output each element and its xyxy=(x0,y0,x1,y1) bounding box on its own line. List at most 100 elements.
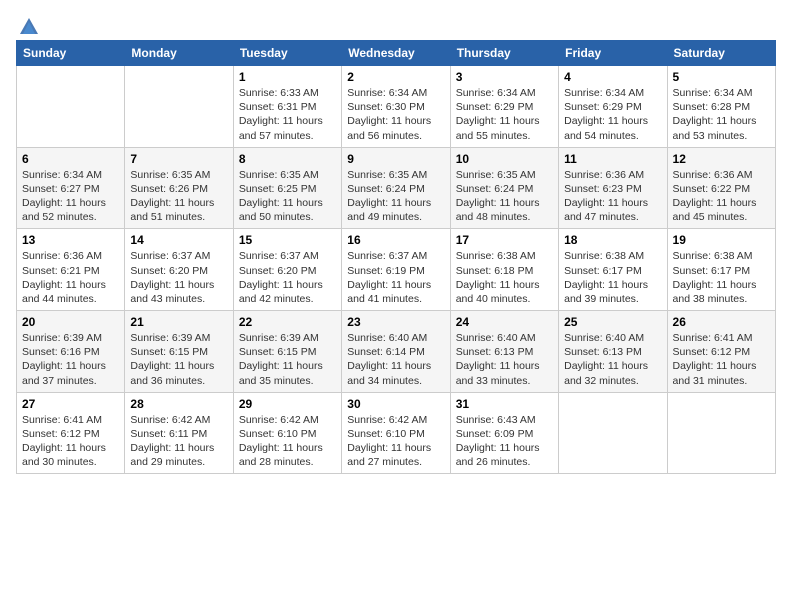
day-number: 19 xyxy=(673,233,770,247)
day-info: Sunrise: 6:38 AM Sunset: 6:17 PM Dayligh… xyxy=(673,249,770,306)
day-info: Sunrise: 6:42 AM Sunset: 6:10 PM Dayligh… xyxy=(239,413,336,470)
calendar-cell xyxy=(17,66,125,148)
calendar-cell xyxy=(559,392,667,474)
day-number: 15 xyxy=(239,233,336,247)
calendar-cell: 1Sunrise: 6:33 AM Sunset: 6:31 PM Daylig… xyxy=(233,66,341,148)
weekday-header: Wednesday xyxy=(342,41,450,66)
day-info: Sunrise: 6:34 AM Sunset: 6:29 PM Dayligh… xyxy=(456,86,553,143)
day-info: Sunrise: 6:38 AM Sunset: 6:18 PM Dayligh… xyxy=(456,249,553,306)
day-number: 9 xyxy=(347,152,444,166)
day-number: 14 xyxy=(130,233,227,247)
calendar-table: SundayMondayTuesdayWednesdayThursdayFrid… xyxy=(16,40,776,474)
weekday-header: Friday xyxy=(559,41,667,66)
calendar-cell: 24Sunrise: 6:40 AM Sunset: 6:13 PM Dayli… xyxy=(450,311,558,393)
calendar-cell: 5 Sunrise: 6:34 AM Sunset: 6:28 PM Daylig… xyxy=(667,66,775,148)
calendar-week-row: 13Sunrise: 6:36 AM Sunset: 6:21 PM Dayli… xyxy=(17,229,776,311)
calendar-week-row: 27 Sunrise: 6:41 AM Sunset: 6:12 PM Dayli… xyxy=(17,392,776,474)
day-info: Sunrise: 6:37 AM Sunset: 6:20 PM Dayligh… xyxy=(130,249,227,306)
day-info: Sunrise: 6:39 AM Sunset: 6:15 PM Dayligh… xyxy=(130,331,227,388)
day-info: Sunrise: 6:35 AM Sunset: 6:26 PM Dayligh… xyxy=(130,168,227,225)
day-number: 27 xyxy=(22,397,119,411)
day-info: Sunrise: 6:35 AM Sunset: 6:24 PM Dayligh… xyxy=(456,168,553,225)
weekday-header: Saturday xyxy=(667,41,775,66)
calendar-week-row: 1Sunrise: 6:33 AM Sunset: 6:31 PM Daylig… xyxy=(17,66,776,148)
day-number: 26 xyxy=(673,315,770,329)
calendar-cell: 13Sunrise: 6:36 AM Sunset: 6:21 PM Dayli… xyxy=(17,229,125,311)
calendar-cell: 25 Sunrise: 6:40 AM Sunset: 6:13 PM Dayli… xyxy=(559,311,667,393)
day-number: 28 xyxy=(130,397,227,411)
day-number: 16 xyxy=(347,233,444,247)
calendar-cell: 30Sunrise: 6:42 AM Sunset: 6:10 PM Dayli… xyxy=(342,392,450,474)
day-info: Sunrise: 6:39 AM Sunset: 6:15 PM Dayligh… xyxy=(239,331,336,388)
calendar-week-row: 6 Sunrise: 6:34 AM Sunset: 6:27 PM Daylig… xyxy=(17,147,776,229)
logo-icon xyxy=(18,16,40,36)
calendar-cell: 23 Sunrise: 6:40 AM Sunset: 6:14 PM Dayli… xyxy=(342,311,450,393)
day-number: 3 xyxy=(456,70,553,84)
calendar-cell: 9 Sunrise: 6:35 AM Sunset: 6:24 PM Daylig… xyxy=(342,147,450,229)
day-number: 18 xyxy=(564,233,661,247)
day-number: 10 xyxy=(456,152,553,166)
calendar-cell: 14 Sunrise: 6:37 AM Sunset: 6:20 PM Dayli… xyxy=(125,229,233,311)
weekday-header: Monday xyxy=(125,41,233,66)
calendar-cell: 7 Sunrise: 6:35 AM Sunset: 6:26 PM Daylig… xyxy=(125,147,233,229)
calendar-header-row: SundayMondayTuesdayWednesdayThursdayFrid… xyxy=(17,41,776,66)
calendar-week-row: 20 Sunrise: 6:39 AM Sunset: 6:16 PM Dayli… xyxy=(17,311,776,393)
day-number: 20 xyxy=(22,315,119,329)
calendar-cell: 11 Sunrise: 6:36 AM Sunset: 6:23 PM Dayli… xyxy=(559,147,667,229)
day-number: 13 xyxy=(22,233,119,247)
calendar-cell: 18 Sunrise: 6:38 AM Sunset: 6:17 PM Dayli… xyxy=(559,229,667,311)
day-info: Sunrise: 6:34 AM Sunset: 6:29 PM Dayligh… xyxy=(564,86,661,143)
calendar-cell: 3 Sunrise: 6:34 AM Sunset: 6:29 PM Daylig… xyxy=(450,66,558,148)
day-info: Sunrise: 6:35 AM Sunset: 6:25 PM Dayligh… xyxy=(239,168,336,225)
day-number: 7 xyxy=(130,152,227,166)
day-number: 11 xyxy=(564,152,661,166)
calendar-cell: 15 Sunrise: 6:37 AM Sunset: 6:20 PM Dayli… xyxy=(233,229,341,311)
day-number: 2 xyxy=(347,70,444,84)
calendar-cell: 4 Sunrise: 6:34 AM Sunset: 6:29 PM Daylig… xyxy=(559,66,667,148)
day-number: 12 xyxy=(673,152,770,166)
day-number: 22 xyxy=(239,315,336,329)
calendar-cell: 2Sunrise: 6:34 AM Sunset: 6:30 PM Daylig… xyxy=(342,66,450,148)
day-number: 6 xyxy=(22,152,119,166)
day-info: Sunrise: 6:34 AM Sunset: 6:28 PM Dayligh… xyxy=(673,86,770,143)
day-number: 17 xyxy=(456,233,553,247)
day-info: Sunrise: 6:39 AM Sunset: 6:16 PM Dayligh… xyxy=(22,331,119,388)
day-number: 1 xyxy=(239,70,336,84)
day-number: 31 xyxy=(456,397,553,411)
day-info: Sunrise: 6:34 AM Sunset: 6:27 PM Dayligh… xyxy=(22,168,119,225)
calendar-cell: 31 Sunrise: 6:43 AM Sunset: 6:09 PM Dayli… xyxy=(450,392,558,474)
day-info: Sunrise: 6:35 AM Sunset: 6:24 PM Dayligh… xyxy=(347,168,444,225)
day-info: Sunrise: 6:38 AM Sunset: 6:17 PM Dayligh… xyxy=(564,249,661,306)
day-number: 24 xyxy=(456,315,553,329)
calendar-cell: 21 Sunrise: 6:39 AM Sunset: 6:15 PM Dayli… xyxy=(125,311,233,393)
calendar-cell: 6 Sunrise: 6:34 AM Sunset: 6:27 PM Daylig… xyxy=(17,147,125,229)
day-number: 25 xyxy=(564,315,661,329)
day-info: Sunrise: 6:40 AM Sunset: 6:13 PM Dayligh… xyxy=(564,331,661,388)
day-info: Sunrise: 6:40 AM Sunset: 6:14 PM Dayligh… xyxy=(347,331,444,388)
page-header xyxy=(16,16,776,32)
calendar-cell: 17 Sunrise: 6:38 AM Sunset: 6:18 PM Dayli… xyxy=(450,229,558,311)
day-number: 23 xyxy=(347,315,444,329)
logo xyxy=(16,16,42,32)
logo-text xyxy=(16,16,42,36)
calendar-cell xyxy=(667,392,775,474)
day-number: 5 xyxy=(673,70,770,84)
day-number: 21 xyxy=(130,315,227,329)
day-info: Sunrise: 6:36 AM Sunset: 6:22 PM Dayligh… xyxy=(673,168,770,225)
calendar-cell: 29 Sunrise: 6:42 AM Sunset: 6:10 PM Dayli… xyxy=(233,392,341,474)
day-number: 30 xyxy=(347,397,444,411)
calendar-cell: 28Sunrise: 6:42 AM Sunset: 6:11 PM Dayli… xyxy=(125,392,233,474)
day-info: Sunrise: 6:41 AM Sunset: 6:12 PM Dayligh… xyxy=(22,413,119,470)
calendar-cell: 19 Sunrise: 6:38 AM Sunset: 6:17 PM Dayli… xyxy=(667,229,775,311)
calendar-cell: 16 Sunrise: 6:37 AM Sunset: 6:19 PM Dayli… xyxy=(342,229,450,311)
weekday-header: Thursday xyxy=(450,41,558,66)
weekday-header: Tuesday xyxy=(233,41,341,66)
day-info: Sunrise: 6:37 AM Sunset: 6:19 PM Dayligh… xyxy=(347,249,444,306)
day-info: Sunrise: 6:43 AM Sunset: 6:09 PM Dayligh… xyxy=(456,413,553,470)
day-info: Sunrise: 6:36 AM Sunset: 6:23 PM Dayligh… xyxy=(564,168,661,225)
calendar-cell: 8Sunrise: 6:35 AM Sunset: 6:25 PM Daylig… xyxy=(233,147,341,229)
day-number: 4 xyxy=(564,70,661,84)
day-info: Sunrise: 6:37 AM Sunset: 6:20 PM Dayligh… xyxy=(239,249,336,306)
day-number: 29 xyxy=(239,397,336,411)
calendar-cell: 27 Sunrise: 6:41 AM Sunset: 6:12 PM Dayli… xyxy=(17,392,125,474)
